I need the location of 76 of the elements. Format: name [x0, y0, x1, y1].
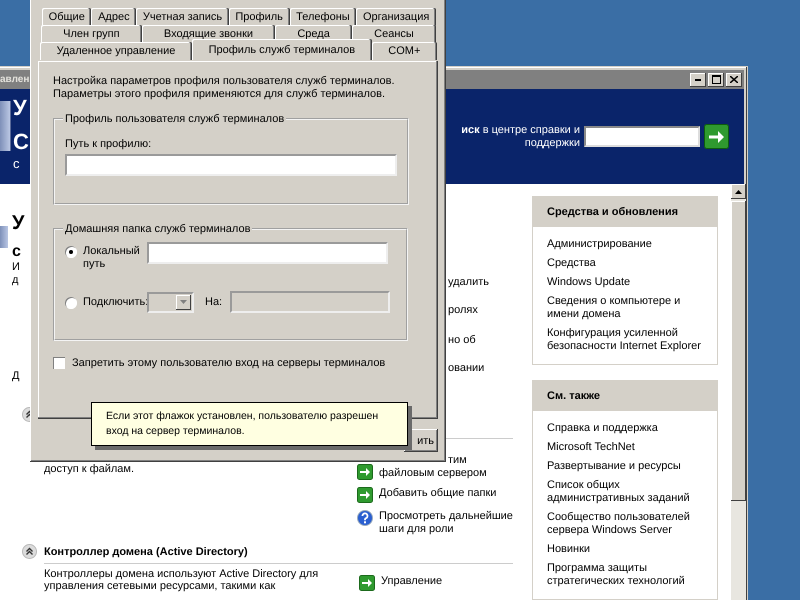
minimize-icon [695, 78, 701, 80]
text-fragment: д [12, 274, 18, 287]
scroll-up-button[interactable] [731, 184, 746, 199]
close-button[interactable] [726, 72, 742, 86]
sidebar-link[interactable]: Список общих административных заданий [547, 479, 707, 505]
maximize-button[interactable] [708, 72, 724, 86]
task-link[interactable]: Добавить общие папки [379, 487, 513, 500]
minimize-button[interactable] [690, 72, 706, 86]
collapse-icon[interactable] [22, 544, 37, 559]
sidebar-link[interactable]: Сведения о компьютере и имени домена [547, 295, 707, 321]
radio-button[interactable] [65, 246, 77, 258]
server-icon [0, 226, 8, 248]
group-title: Профиль пользователя служб терминалов [64, 113, 286, 125]
search-field[interactable] [584, 126, 700, 147]
sidebar-link[interactable]: Развертывание и ресурсы [547, 460, 707, 473]
tab[interactable]: Телефоны [290, 8, 356, 26]
server-icon [0, 101, 11, 151]
sidebar-link[interactable]: Новинки [547, 543, 707, 556]
task-link[interactable]: Просмотреть дальнейшие шаги для роли [379, 510, 513, 536]
scroll-thumb[interactable] [731, 201, 746, 501]
intro-text: Настройка параметров профиля пользователя служб терминалов. Параметры этого профиля применяются для служб терминалов. [53, 75, 396, 101]
text-fragment: но об [448, 334, 477, 347]
panel-heading: См. также [533, 381, 717, 411]
tab[interactable]: Сеансы [352, 25, 436, 43]
maximize-icon [712, 75, 720, 84]
section-heading: Контроллер домена (Active Directory) [44, 546, 248, 558]
tab[interactable]: Удаленное управление [40, 42, 192, 60]
field-label: Путь к профилю: [65, 138, 152, 150]
checkbox[interactable] [53, 357, 65, 369]
close-icon [730, 76, 738, 83]
text-fragment: удалить [448, 276, 490, 289]
radio-label[interactable]: Подключить: [83, 296, 147, 308]
tab[interactable]: COM+ [372, 42, 437, 60]
sidebar-link[interactable]: Администрирование [547, 238, 707, 251]
local-path-field[interactable] [147, 242, 388, 264]
header-title: с [13, 157, 20, 171]
text-fragment: У [12, 212, 24, 234]
group-title: Домашняя папка служб терминалов [64, 223, 252, 235]
profile-path-field[interactable] [65, 154, 397, 176]
text-fragment: Д [12, 370, 20, 383]
sidebar-link[interactable]: Программа защиты стратегических технологий [547, 562, 707, 588]
sidebar-link[interactable]: Средства [547, 257, 707, 270]
sidebar-link[interactable]: Сообщество пользователей сервера Windows Server [547, 511, 707, 537]
role-description: доступ к файлам. [44, 463, 136, 476]
text-fragment: с [12, 243, 21, 261]
text-fragment: овании [448, 362, 486, 375]
tab[interactable]: Учетная запись [136, 8, 229, 26]
header-title: У [13, 95, 28, 121]
sidebar-link[interactable]: Windows Update [547, 276, 707, 289]
text-fragment: ролях [448, 304, 479, 317]
panel-heading: Средства и обновления [533, 197, 717, 227]
radio-button[interactable] [65, 296, 77, 308]
help-icon [357, 510, 373, 526]
scrollbar[interactable] [731, 184, 746, 600]
sidebar-link[interactable]: Справка и поддержка [547, 422, 707, 435]
sidebar-link[interactable]: Microsoft TechNet [547, 441, 707, 454]
sidebar-link[interactable]: Конфигурация усиленной безопасности Internet Explorer [547, 327, 707, 353]
tab[interactable]: Профиль служб терминалов [192, 39, 372, 60]
down-arrow-icon [180, 300, 187, 304]
tab[interactable]: Организация [356, 8, 436, 26]
arrow-icon [709, 130, 724, 142]
header-title: С [13, 129, 29, 155]
radio-label[interactable]: Локальный путь [83, 245, 147, 271]
task-link[interactable]: Управление [381, 575, 515, 588]
window-title: авлен [0, 74, 30, 85]
tab[interactable]: Член групп [41, 25, 142, 43]
role-description: Контроллеры домена используют Active Directory для управления сетевыми ресурсами, такими как [44, 568, 320, 592]
search-label: иск в центре справки и поддержки [460, 124, 580, 150]
field-label: На: [205, 296, 224, 308]
tab[interactable]: Адрес [91, 8, 136, 26]
text-fragment: И [12, 261, 20, 274]
go-button[interactable] [704, 124, 729, 149]
checkbox-label[interactable]: Запретить этому пользователю вход на серверы терминалов [72, 357, 386, 369]
tab[interactable]: Общие [42, 8, 92, 26]
up-arrow-icon [735, 190, 742, 194]
tab[interactable]: Профиль [228, 8, 290, 26]
